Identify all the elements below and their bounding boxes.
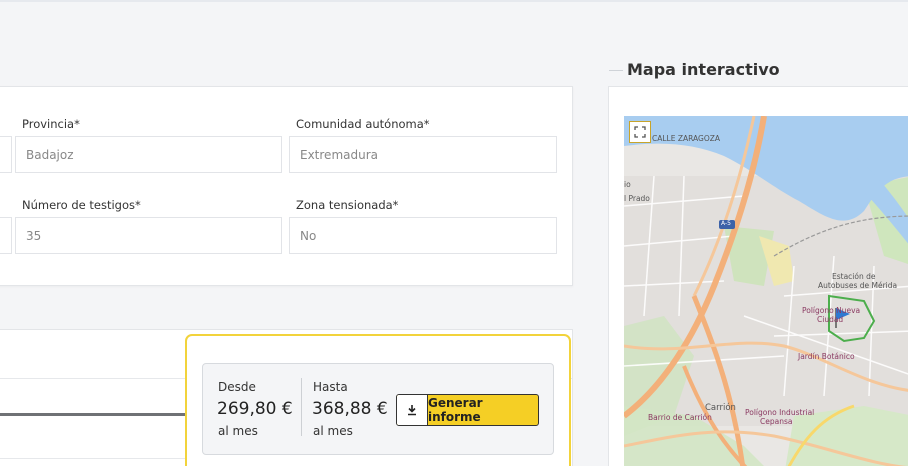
provincia-label: Provincia* xyxy=(22,117,80,131)
map-label-industrial-2: Cepansa xyxy=(760,417,793,426)
partial-field-1[interactable] xyxy=(0,136,12,173)
map-label-poligono-1: Polígono Nueva xyxy=(802,306,861,315)
map-label-barrio: Barrio de Carrión xyxy=(648,413,712,422)
property-form-card xyxy=(0,86,573,286)
interactive-map[interactable]: CALLE ZARAGOZA io l Prado A-5 Estación d… xyxy=(624,116,908,466)
map-label-estacion-2: Autobuses de Mérida xyxy=(818,281,898,290)
generate-report-label: Generar informe xyxy=(428,396,483,424)
price-separator xyxy=(301,378,302,436)
zona-field[interactable]: No xyxy=(289,217,557,254)
results-divider-bottom xyxy=(0,458,188,459)
map-label-industrial-1: Polígono Industrial xyxy=(745,408,815,417)
testigos-field[interactable]: 35 xyxy=(15,217,282,254)
map-label-carrion: Carrión xyxy=(705,403,736,413)
comunidad-field[interactable]: Extremadura xyxy=(289,136,557,173)
map-label-street: CALLE ZARAGOZA xyxy=(652,134,721,143)
desde-value: 269,80 € xyxy=(217,399,293,419)
map-label-poligono-2: Ciudad xyxy=(817,315,844,324)
map-section-title: Mapa interactivo xyxy=(627,60,780,79)
map-label-estacion-1: Estación de xyxy=(832,272,876,281)
desde-label: Desde xyxy=(218,380,256,394)
fullscreen-button[interactable] xyxy=(629,121,651,143)
top-border xyxy=(0,0,908,2)
map-label-prado: l Prado xyxy=(624,194,650,203)
desde-unit: al mes xyxy=(218,424,258,438)
hasta-label: Hasta xyxy=(313,380,348,394)
map-label-rio: io xyxy=(624,180,631,189)
partial-field-2[interactable] xyxy=(0,217,12,254)
fullscreen-icon xyxy=(634,126,646,138)
download-icon xyxy=(397,395,428,425)
hasta-unit: al mes xyxy=(313,424,353,438)
results-slider-track xyxy=(0,413,188,416)
testigos-label: Número de testigos* xyxy=(22,198,141,212)
map-label-road: A-5 xyxy=(721,220,731,227)
section-divider xyxy=(609,70,623,71)
map-label-jardin: Jardín Botánico xyxy=(798,352,855,361)
hasta-value: 368,88 € xyxy=(312,399,388,419)
comunidad-label: Comunidad autónoma* xyxy=(296,117,430,131)
zona-label: Zona tensionada* xyxy=(296,198,399,212)
generate-report-button[interactable]: Generar informe xyxy=(396,394,539,426)
provincia-field[interactable]: Badajoz xyxy=(15,136,282,173)
